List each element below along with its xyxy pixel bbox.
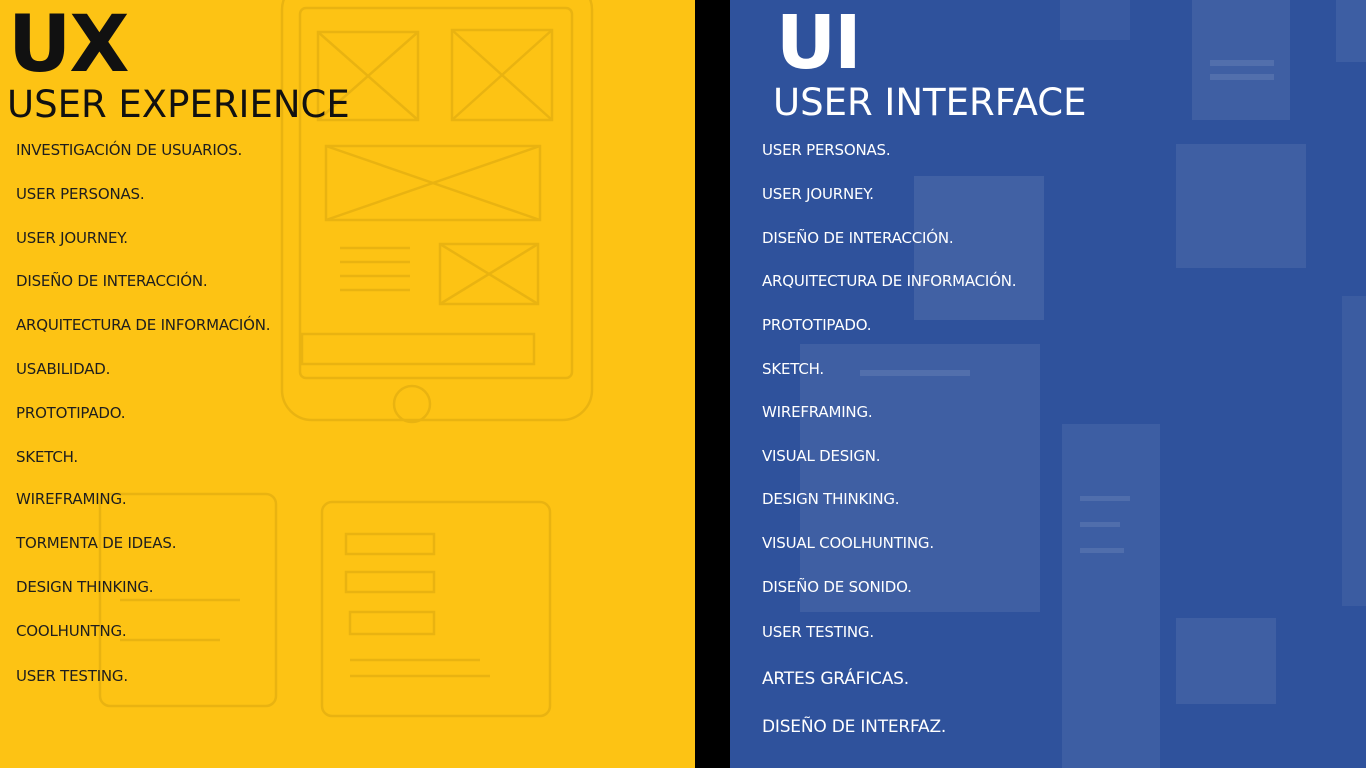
ux-list-item: USABILIDAD.: [16, 360, 111, 378]
ui-list-item: ARTES GRÁFICAS.: [762, 669, 909, 689]
ux-list-item: INVESTIGACIÓN DE USUARIOS.: [16, 141, 243, 159]
ux-list-item: WIREFRAMING.: [16, 490, 127, 508]
ux-list-item: DESIGN THINKING.: [16, 578, 154, 596]
ui-title: USER INTERFACE: [773, 81, 1087, 124]
ui-list-item: VISUAL DESIGN.: [762, 447, 881, 465]
ux-list-item: ARQUITECTURA DE INFORMACIÓN.: [16, 316, 271, 334]
ui-list-item: PROTOTIPADO.: [762, 316, 872, 334]
ui-abbreviation: UI: [776, 0, 862, 86]
ux-list-item: USER TESTING.: [16, 667, 128, 685]
ui-list-item: DISEÑO DE INTERACCIÓN.: [762, 229, 954, 247]
ux-panel: UX USER EXPERIENCE INVESTIGACIÓN DE USUA…: [0, 0, 695, 768]
ui-list-item: DESIGN THINKING.: [762, 490, 900, 508]
panel-divider: [695, 0, 730, 768]
ui-list-item: ARQUITECTURA DE INFORMACIÓN.: [762, 272, 1017, 290]
ui-list-item: USER PERSONAS.: [762, 141, 891, 159]
ui-panel: UI USER INTERFACE USER PERSONAS. USER JO…: [730, 0, 1366, 768]
ux-list-item: SKETCH.: [16, 448, 78, 466]
ux-title: USER EXPERIENCE: [7, 83, 350, 126]
ui-list-item: SKETCH.: [762, 360, 824, 378]
slide: UX USER EXPERIENCE INVESTIGACIÓN DE USUA…: [0, 0, 1366, 768]
ui-list-item: VISUAL COOLHUNTING.: [762, 534, 934, 552]
ux-list-item: PROTOTIPADO.: [16, 404, 126, 422]
ui-list-item: DISEÑO DE SONIDO.: [762, 578, 912, 596]
ux-list-item: DISEÑO DE INTERACCIÓN.: [16, 272, 208, 290]
ui-list-item: DISEÑO DE INTERFAZ.: [762, 717, 947, 737]
ux-list-item: USER PERSONAS.: [16, 185, 145, 203]
ui-list-item: WIREFRAMING.: [762, 403, 873, 421]
ux-list-item: TORMENTA DE IDEAS.: [16, 534, 177, 552]
ux-list-item: COOLHUNTNG.: [16, 622, 127, 640]
ui-list-item: USER JOURNEY.: [762, 185, 874, 203]
ux-abbreviation: UX: [8, 0, 129, 90]
ux-list-item: USER JOURNEY.: [16, 229, 128, 247]
ui-list-item: USER TESTING.: [762, 623, 874, 641]
